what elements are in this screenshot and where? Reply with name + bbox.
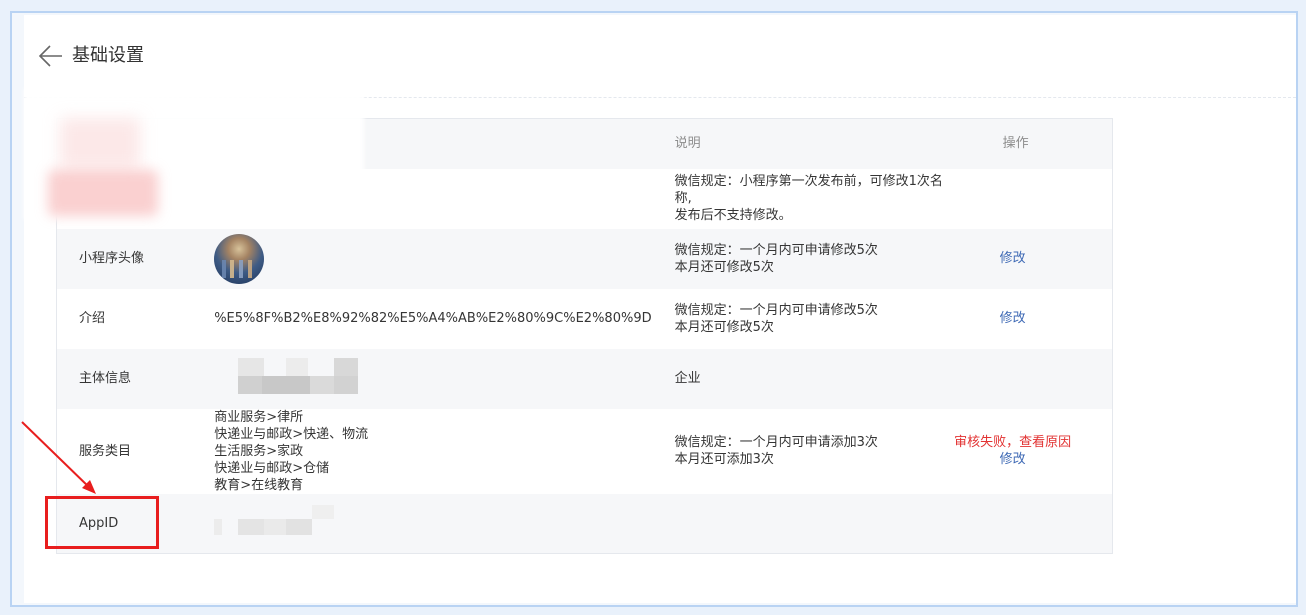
- category-item: 生活服务>家政: [214, 443, 304, 459]
- description-line: 本月还可添加3次: [674, 452, 774, 467]
- description-line: 微信规定：一个月内可申请添加3次: [674, 435, 878, 450]
- row-avatar-label: 小程序头像: [79, 251, 145, 266]
- description-line: 微信规定：小程序第一次发布前，可修改1次名称,: [674, 174, 943, 206]
- edit-avatar-link[interactable]: 修改: [1000, 250, 1026, 267]
- back-arrow-icon[interactable]: [38, 45, 64, 67]
- table-row-appid: AppID: [56, 493, 1113, 554]
- category-item: 商业服务>律所: [214, 409, 304, 425]
- category-item: 快递业与邮政>仓储: [214, 460, 330, 476]
- description-line: 本月还可修改5次: [674, 259, 774, 275]
- header-description: 说明: [651, 118, 948, 169]
- row-avatar-operation: 修改: [948, 229, 1113, 289]
- op-stack: 修改: [943, 250, 1083, 267]
- table-row-intro: 介绍 %E5%8F%B2%E8%92%82%E5%A4%AB%E2%80%9C%…: [56, 288, 1113, 349]
- row-categories-operation: 审核失败，查看原因 修改: [948, 409, 1113, 494]
- row-entity-operation: [948, 349, 1113, 409]
- header-operation: 操作: [947, 118, 1113, 169]
- row-avatar-value: [191, 229, 651, 289]
- redaction-overlay: [48, 170, 158, 216]
- page-title: 基础设置: [72, 45, 144, 66]
- annotation-highlight-box: [45, 496, 159, 549]
- row-categories-description: 微信规定：一个月内可申请添加3次 本月还可添加3次: [652, 409, 948, 494]
- redacted-appid: [214, 504, 354, 537]
- row-intro-value: %E5%8F%B2%E8%92%82%E5%A4%AB%E2%80%9C%E2%…: [214, 311, 652, 326]
- description-line: 本月还可修改5次: [674, 319, 774, 335]
- description-line: 微信规定：一个月内可申请修改5次: [674, 302, 878, 318]
- row-appid-description: [652, 494, 948, 554]
- row-entity-value: [191, 349, 651, 409]
- row-intro-operation: 修改: [948, 289, 1113, 349]
- category-item: 教育>在线教育: [214, 477, 304, 493]
- row-entity-label: 主体信息: [79, 371, 132, 386]
- row-intro-description: 微信规定：一个月内可申请修改5次 本月还可修改5次: [652, 289, 948, 349]
- row-appid-operation: [948, 494, 1113, 554]
- table-row-entity: 主体信息 企业: [56, 348, 1113, 409]
- row-name-description: 微信规定：小程序第一次发布前，可修改1次名称, 发布后不支持修改。: [652, 169, 948, 229]
- row-avatar-description: 微信规定：一个月内可申请修改5次 本月还可修改5次: [652, 229, 948, 289]
- op-stack: 修改: [943, 310, 1083, 327]
- avatar-image: [214, 233, 265, 284]
- description-line: 微信规定：一个月内可申请修改5次: [674, 242, 878, 258]
- redaction-overlay: [60, 118, 140, 168]
- row-name-operation: [948, 169, 1113, 229]
- description-line: 发布后不支持修改。: [674, 208, 792, 223]
- edit-categories-link[interactable]: 修改: [1000, 451, 1026, 468]
- edit-intro-link[interactable]: 修改: [1000, 310, 1026, 327]
- annotation-arrow-icon: [21, 421, 96, 494]
- row-entity-description: 企业: [674, 371, 701, 386]
- row-appid-value: [191, 494, 651, 554]
- table-row-avatar: 小程序头像 微信规定：一个月内可申请修改5次 本月还可修改5次 修改: [56, 228, 1113, 289]
- page-header: 基础设置: [24, 15, 1296, 98]
- redacted-entity-name: [214, 358, 364, 394]
- table-row-categories: 服务类目 商业服务>律所 快递业与邮政>快递、物流 生活服务>家政 快递业与邮政…: [56, 408, 1113, 494]
- review-failed-link[interactable]: 审核失败，查看原因: [954, 434, 1071, 451]
- row-intro-label: 介绍: [79, 311, 106, 326]
- category-item: 快递业与邮政>快递、物流: [214, 426, 369, 442]
- op-stack: 审核失败，查看原因 修改: [943, 434, 1083, 468]
- row-categories-value: 商业服务>律所 快递业与邮政>快递、物流 生活服务>家政 快递业与邮政>仓储 教…: [191, 409, 651, 494]
